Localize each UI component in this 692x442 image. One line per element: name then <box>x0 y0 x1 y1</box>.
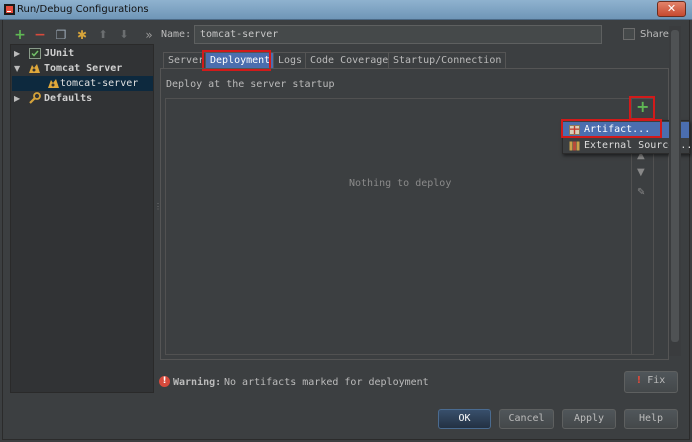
copy-configuration-icon[interactable]: ❐ <box>54 28 68 42</box>
help-button[interactable]: Help <box>624 409 678 429</box>
cancel-button[interactable]: Cancel <box>499 409 554 429</box>
tree-item-label: JUnit <box>44 48 75 59</box>
deploy-section-label: Deploy at the server startup <box>166 79 335 90</box>
tree-item-label: Defaults <box>44 93 93 104</box>
tree-item-defaults[interactable]: ▶ Defaults <box>11 91 153 106</box>
tree-item-tomcat-server-config[interactable]: tomcat-server <box>12 76 153 91</box>
tree-item-junit[interactable]: ▶ JUnit <box>11 46 153 61</box>
warning-title: Warning: <box>173 377 222 388</box>
panel-splitter-handle[interactable]: ⋮ <box>154 203 162 217</box>
tree-item-label: tomcat-server <box>60 78 139 89</box>
artifact-item-highlight <box>561 119 662 138</box>
share-checkbox[interactable] <box>623 28 635 40</box>
share-label: Share <box>640 29 669 40</box>
tomcat-icon <box>29 64 40 73</box>
scrollbar-thumb[interactable] <box>671 30 679 342</box>
edit-defaults-icon[interactable]: ✱ <box>75 28 89 42</box>
configuration-tree[interactable]: ▶ JUnit ▼ Tomcat Server tomcat-server ▶ … <box>10 44 154 393</box>
add-icon[interactable]: + <box>636 99 649 115</box>
ok-button[interactable]: OK <box>438 409 491 429</box>
fix-button-label: Fix <box>647 375 666 386</box>
collapse-arrow-icon[interactable]: ▼ <box>14 61 20 76</box>
move-down-icon[interactable]: ▼ <box>637 168 647 178</box>
defaults-wrench-icon <box>29 92 41 104</box>
tomcat-config-icon <box>48 79 59 88</box>
apply-button[interactable]: Apply <box>562 409 616 429</box>
tab-startup-connection[interactable]: Startup/Connection <box>388 52 507 68</box>
warning-bulb-icon: ! <box>636 375 642 386</box>
empty-deploy-text: Nothing to deploy <box>349 178 452 189</box>
intellij-app-icon <box>4 4 15 15</box>
more-actions-icon[interactable]: » <box>142 28 156 42</box>
external-source-icon <box>569 141 580 151</box>
fix-button[interactable]: ! Fix <box>624 371 678 393</box>
warning-icon: ! <box>159 376 170 387</box>
window-close-button[interactable]: ✕ <box>657 1 686 17</box>
window-title: Run/Debug Configurations <box>17 4 149 15</box>
edit-icon[interactable]: ✎ <box>637 188 647 198</box>
tab-logs[interactable]: Logs <box>273 52 308 68</box>
move-up-icon[interactable]: ⬆ <box>96 28 110 42</box>
add-configuration-icon[interactable]: + <box>13 28 27 42</box>
name-label: Name: <box>161 29 192 40</box>
tree-item-label: Tomcat Server <box>44 63 123 74</box>
expand-arrow-icon[interactable]: ▶ <box>14 46 20 61</box>
junit-icon <box>29 48 41 59</box>
tree-item-tomcat-server[interactable]: ▼ Tomcat Server <box>11 61 153 76</box>
warning-message: No artifacts marked for deployment <box>224 377 429 388</box>
name-input[interactable]: tomcat-server <box>194 25 602 44</box>
move-down-icon[interactable]: ⬇ <box>117 28 131 42</box>
expand-arrow-icon[interactable]: ▶ <box>14 91 20 106</box>
tab-code-coverage[interactable]: Code Coverage <box>305 52 394 68</box>
remove-configuration-icon[interactable]: − <box>33 28 47 42</box>
